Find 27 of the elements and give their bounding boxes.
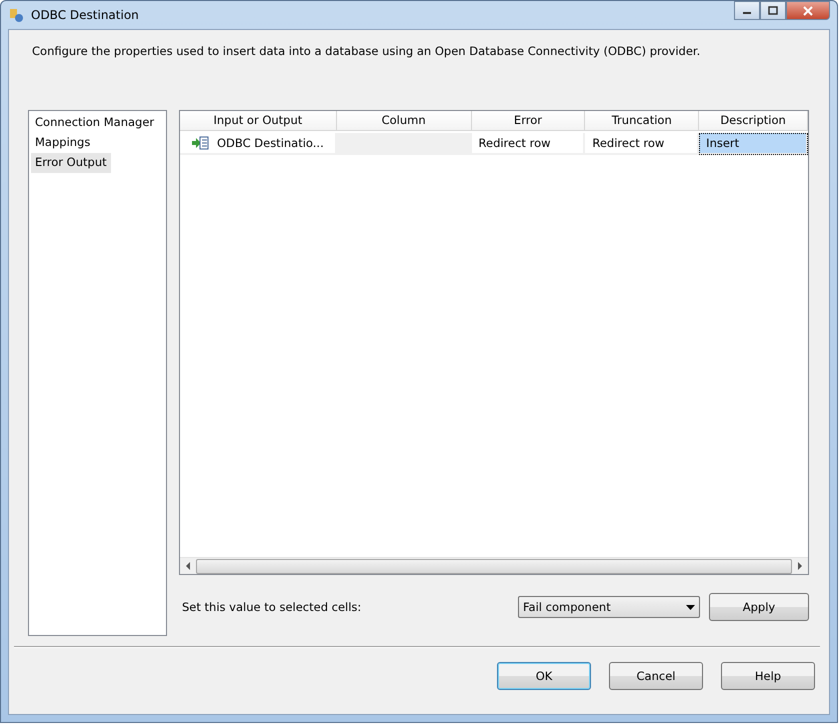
table-cell[interactable]: Insert — [699, 133, 808, 155]
column-header[interactable]: Truncation — [585, 111, 700, 131]
minimize-button[interactable] — [734, 1, 760, 20]
app-icon — [9, 7, 25, 23]
close-icon — [802, 6, 814, 16]
column-header[interactable]: Column — [336, 111, 472, 131]
close-button[interactable] — [786, 1, 830, 20]
dialog-button[interactable]: OK — [497, 662, 591, 690]
table-cell[interactable]: Redirect row — [472, 133, 586, 155]
apply-button[interactable]: Apply — [709, 593, 809, 621]
maximize-icon — [768, 6, 778, 15]
column-header[interactable]: Error — [472, 111, 586, 131]
window-title: ODBC Destination — [31, 8, 139, 22]
table-cell[interactable]: ODBC Destinatio... — [180, 133, 337, 155]
horizontal-scrollbar[interactable] — [180, 557, 808, 574]
dialog-button[interactable]: Help — [721, 662, 815, 690]
column-header[interactable]: Input or Output — [180, 111, 337, 131]
dialog-button[interactable]: Cancel — [609, 662, 703, 690]
value-dropdown[interactable]: Fail component — [518, 596, 700, 618]
sidebar-item[interactable]: Connection Manager — [31, 113, 158, 133]
description-text: Configure the properties used to insert data into a database using an Open Database Connectivity (ODBC) provider. — [32, 44, 702, 58]
maximize-button[interactable] — [760, 1, 786, 20]
set-value-label: Set this value to selected cells: — [182, 600, 362, 614]
column-header[interactable]: Description — [699, 111, 808, 131]
caret-icon — [686, 604, 695, 610]
sidebar-item[interactable]: Error Output — [31, 153, 111, 173]
sidebar-item[interactable]: Mappings — [31, 133, 94, 153]
